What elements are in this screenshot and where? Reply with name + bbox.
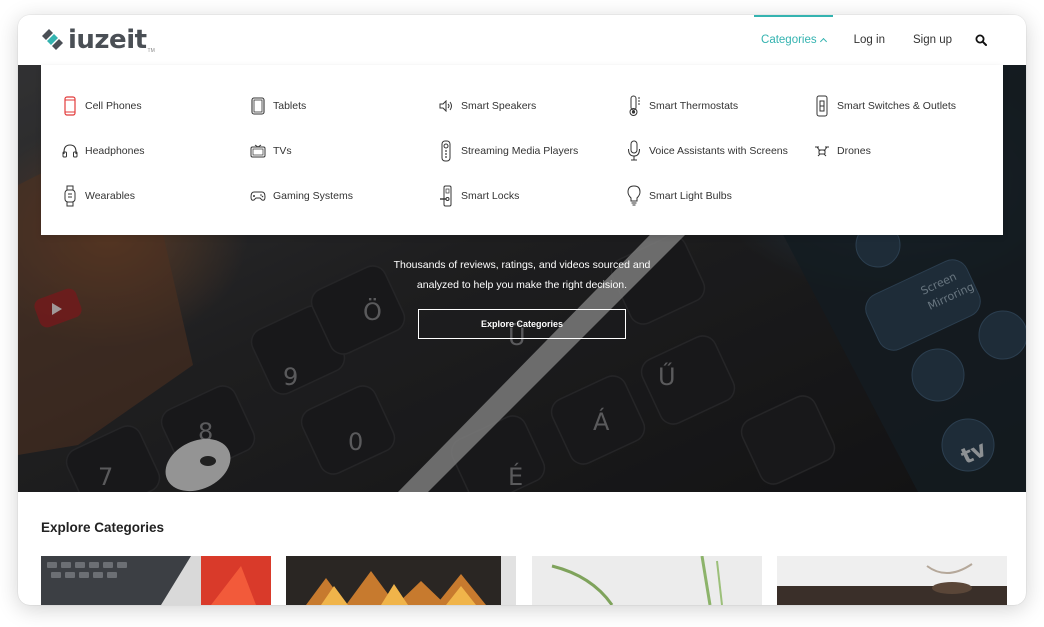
category-gaming-systems[interactable]: Gaming Systems <box>250 184 353 208</box>
category-label: Headphones <box>85 145 145 157</box>
category-tablets[interactable]: Tablets <box>250 94 306 118</box>
category-tile-image[interactable] <box>532 556 762 605</box>
headphones-icon <box>62 139 78 163</box>
nav-signup[interactable]: Sign up <box>899 15 966 65</box>
remote-icon <box>438 139 454 163</box>
category-headphones[interactable]: Headphones <box>62 139 145 163</box>
switch-icon <box>814 94 830 118</box>
category-label: TVs <box>273 145 292 157</box>
category-label: Gaming Systems <box>273 190 353 202</box>
category-label: Smart Locks <box>461 190 520 202</box>
nav-categories-label: Categories <box>761 34 817 46</box>
category-drones[interactable]: Drones <box>814 139 871 163</box>
explore-categories-button[interactable]: Explore Categories <box>418 309 626 339</box>
category-tile-image[interactable] <box>777 556 1007 605</box>
category-label: Voice Assistants with Screens <box>649 145 788 157</box>
nav-categories[interactable]: Categories <box>747 15 840 65</box>
lightbulb-icon <box>626 184 642 208</box>
main-nav: Categories Log in Sign up <box>747 15 996 65</box>
category-wearables[interactable]: Wearables <box>62 184 135 208</box>
microphone-icon <box>626 139 642 163</box>
hero-subtitle-line-1: Thousands of reviews, ratings, and video… <box>393 259 651 271</box>
category-label: Smart Light Bulbs <box>649 190 732 202</box>
search-icon[interactable] <box>966 15 996 65</box>
category-smart-speakers[interactable]: Smart Speakers <box>438 94 536 118</box>
hero-subtitle-line-2: analyzed to help you make the right deci… <box>416 279 628 291</box>
watch-icon <box>62 184 78 208</box>
logo-trademark: TM <box>147 48 155 54</box>
speaker-icon <box>438 94 454 118</box>
logo-text: iuzeit <box>68 25 147 55</box>
explore-categories-heading: Explore Categories <box>41 520 165 535</box>
category-smart-switches-outlets[interactable]: Smart Switches & Outlets <box>814 94 956 118</box>
category-label: Tablets <box>273 100 307 112</box>
hero-subtitle: Thousands of reviews, ratings, and video… <box>372 255 672 295</box>
categories-dropdown: Cell Phones Tablets Smart Speakers Smart… <box>41 65 1003 235</box>
category-smart-thermostats[interactable]: Smart Thermostats <box>626 94 738 118</box>
category-tile-image[interactable] <box>41 556 271 605</box>
logo[interactable]: iuzeit TM <box>40 23 155 57</box>
site-header: iuzeit TM Categories Log in Sign up <box>18 15 1026 65</box>
category-tvs[interactable]: TVs <box>250 139 292 163</box>
chevron-up-icon <box>819 37 827 46</box>
category-label: Smart Thermostats <box>649 100 739 112</box>
category-label: Drones <box>837 145 871 157</box>
lock-icon <box>438 184 454 208</box>
thermometer-icon <box>626 94 642 118</box>
category-tile-image[interactable] <box>286 556 516 605</box>
category-voice-assistants[interactable]: Voice Assistants with Screens <box>626 139 788 163</box>
category-streaming-media-players[interactable]: Streaming Media Players <box>438 139 578 163</box>
category-label: Smart Speakers <box>461 100 537 112</box>
tv-icon <box>250 139 266 163</box>
logo-mark-icon <box>40 27 66 53</box>
category-smart-locks[interactable]: Smart Locks <box>438 184 519 208</box>
category-label: Streaming Media Players <box>461 145 579 157</box>
category-label: Smart Switches & Outlets <box>837 100 957 112</box>
category-label: Cell Phones <box>85 100 142 112</box>
cell-phone-icon <box>62 94 78 118</box>
drone-icon <box>814 139 830 163</box>
browser-window: iuzeit TM Categories Log in Sign up Ö 9 … <box>18 15 1026 605</box>
category-label: Wearables <box>85 190 135 202</box>
nav-login[interactable]: Log in <box>840 15 899 65</box>
category-cell-phones[interactable]: Cell Phones <box>62 94 142 118</box>
gamepad-icon <box>250 184 266 208</box>
category-smart-light-bulbs[interactable]: Smart Light Bulbs <box>626 184 732 208</box>
tablet-icon <box>250 94 266 118</box>
